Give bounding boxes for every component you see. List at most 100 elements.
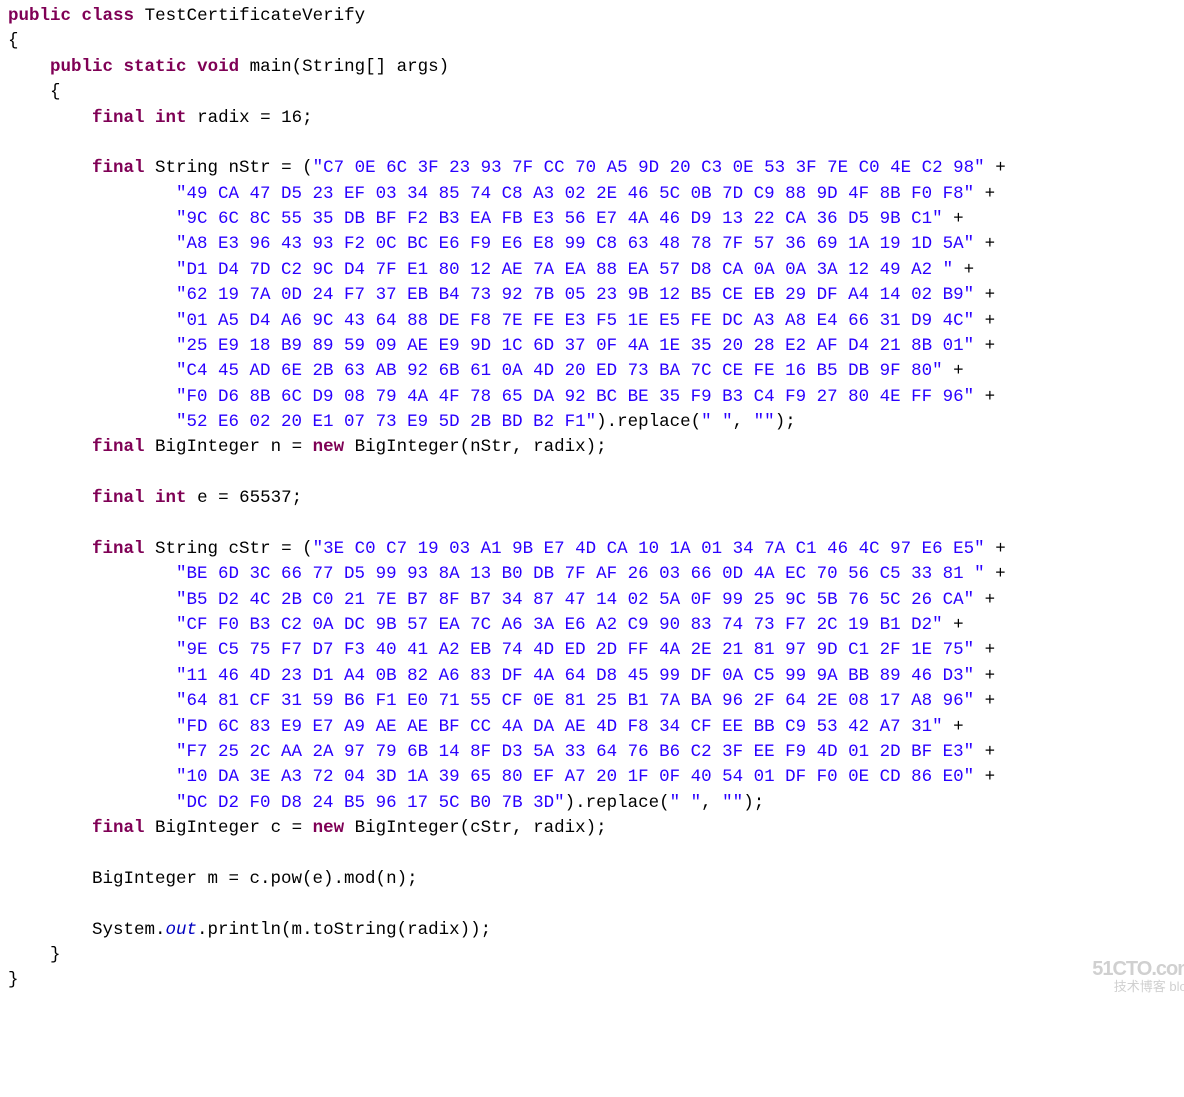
plus-op: + (943, 361, 975, 381)
code-line: "64 81 CF 31 59 B6 F1 E0 71 55 CF 0E 81 … (8, 689, 1184, 714)
close: ); (743, 793, 764, 813)
brace: { (50, 82, 61, 102)
string-literal: "BE 6D 3C 66 77 D5 99 93 8A 13 B0 DB 7F … (176, 564, 985, 584)
nstr-decl: String nStr = ( (155, 158, 313, 178)
string-literal: "F0 D6 8B 6C D9 08 79 4A 4F 78 65 DA 92 … (176, 387, 974, 407)
keyword-public: public (8, 6, 71, 26)
code-line: "9C 6C 8C 55 35 DB BF F2 B3 EA FB E3 56 … (8, 207, 1184, 232)
code-line: "A8 E3 96 43 93 F2 0C BC E6 F9 E6 E8 99 … (8, 232, 1184, 257)
sysout-a: System. (92, 920, 166, 940)
string-literal: " " (701, 412, 733, 432)
watermark-bottom: 技术博客 blog (1092, 980, 1184, 994)
string-literal: "" (722, 793, 743, 813)
plus-op: + (943, 209, 975, 229)
plus-op: + (985, 539, 1017, 559)
keyword-void: void (197, 57, 239, 77)
replace-call: ).replace( (596, 412, 701, 432)
cstr-decl: String cStr = ( (155, 539, 313, 559)
keyword-final: final (92, 437, 145, 457)
string-literal: "64 81 CF 31 59 B6 F1 E0 71 55 CF 0E 81 … (176, 691, 974, 711)
code-line: System.out.println(m.toString(radix)); (8, 918, 1184, 943)
code-line: } (8, 943, 1184, 968)
close: ); (775, 412, 796, 432)
c-decl-b: BigInteger(cStr, radix); (344, 818, 607, 838)
code-line: "01 A5 D4 A6 9C 43 64 88 DE F8 7E FE E3 … (8, 309, 1184, 334)
code-line: "52 E6 02 20 E1 07 73 E9 5D 2B BD B2 F1"… (8, 410, 1184, 435)
plus-op: + (974, 234, 1006, 254)
code-line: } (8, 968, 1184, 993)
plus-op: + (974, 184, 1006, 204)
plus-op: + (943, 717, 975, 737)
code-line: "DC D2 F0 D8 24 B5 96 17 5C B0 7B 3D").r… (8, 791, 1184, 816)
n-decl-b: BigInteger(nStr, radix); (344, 437, 607, 457)
code-line: final String nStr = ("C7 0E 6C 3F 23 93 … (8, 156, 1184, 181)
code-line (8, 512, 1184, 537)
brace: } (8, 970, 19, 990)
keyword-new: new (313, 437, 345, 457)
plus-op: + (974, 666, 1006, 686)
m-computation: BigInteger m = c.pow(e).mod(n); (92, 869, 418, 889)
out-field: out (166, 920, 198, 940)
keyword-final: final (92, 539, 145, 559)
plus-op: + (974, 590, 1006, 610)
watermark-top: 51CTO.com (1092, 959, 1184, 980)
comma: , (701, 793, 722, 813)
code-line: "11 46 4D 23 D1 A4 0B 82 A6 83 DF 4A 64 … (8, 664, 1184, 689)
string-literal: "CF F0 B3 C2 0A DC 9B 57 EA 7C A6 3A E6 … (176, 615, 943, 635)
code-line: "F7 25 2C AA 2A 97 79 6B 14 8F D3 5A 33 … (8, 740, 1184, 765)
code-line: { (8, 80, 1184, 105)
code-line (8, 461, 1184, 486)
method-signature: main(String[] args) (250, 57, 450, 77)
plus-op: + (943, 615, 975, 635)
keyword-final: final (92, 818, 145, 838)
code-line: final BigInteger n = new BigInteger(nStr… (8, 435, 1184, 460)
plus-op: + (974, 767, 1006, 787)
keyword-final: final (92, 158, 145, 178)
code-line: BigInteger m = c.pow(e).mod(n); (8, 867, 1184, 892)
string-literal: "9C 6C 8C 55 35 DB BF F2 B3 EA FB E3 56 … (176, 209, 943, 229)
keyword-static: static (124, 57, 187, 77)
plus-op: + (974, 311, 1006, 331)
string-literal: "01 A5 D4 A6 9C 43 64 88 DE F8 7E FE E3 … (176, 311, 974, 331)
string-literal: "10 DA 3E A3 72 04 3D 1A 39 65 80 EF A7 … (176, 767, 974, 787)
n-decl-a: BigInteger n = (155, 437, 313, 457)
plus-op: + (974, 640, 1006, 660)
plus-op: + (953, 260, 985, 280)
code-line: public class TestCertificateVerify (8, 4, 1184, 29)
code-line (8, 131, 1184, 156)
radix-decl: radix = 16; (197, 108, 313, 128)
string-literal: "" (754, 412, 775, 432)
c-decl-a: BigInteger c = (155, 818, 313, 838)
code-line: "C4 45 AD 6E 2B 63 AB 92 6B 61 0A 4D 20 … (8, 359, 1184, 384)
plus-op: + (985, 564, 1017, 584)
keyword-new: new (313, 818, 345, 838)
string-literal: "9E C5 75 F7 D7 F3 40 41 A2 EB 74 4D ED … (176, 640, 974, 660)
keyword-public: public (50, 57, 113, 77)
string-literal: " " (670, 793, 702, 813)
string-literal: "B5 D2 4C 2B C0 21 7E B7 8F B7 34 87 47 … (176, 590, 974, 610)
code-line: final String cStr = ("3E C0 C7 19 03 A1 … (8, 537, 1184, 562)
code-line: final int e = 65537; (8, 486, 1184, 511)
code-line: "25 E9 18 B9 89 59 09 AE E9 9D 1C 6D 37 … (8, 334, 1184, 359)
code-line: final int radix = 16; (8, 106, 1184, 131)
string-literal: "A8 E3 96 43 93 F2 0C BC E6 F9 E6 E8 99 … (176, 234, 974, 254)
code-line: "B5 D2 4C 2B C0 21 7E B7 8F B7 34 87 47 … (8, 588, 1184, 613)
string-literal: "C4 45 AD 6E 2B 63 AB 92 6B 61 0A 4D 20 … (176, 361, 943, 381)
string-literal: "F7 25 2C AA 2A 97 79 6B 14 8F D3 5A 33 … (176, 742, 974, 762)
class-name: TestCertificateVerify (145, 6, 366, 26)
code-line: "9E C5 75 F7 D7 F3 40 41 A2 EB 74 4D ED … (8, 638, 1184, 663)
code-line: { (8, 29, 1184, 54)
code-line: "BE 6D 3C 66 77 D5 99 93 8A 13 B0 DB 7F … (8, 562, 1184, 587)
comma: , (733, 412, 754, 432)
code-line: public static void main(String[] args) (8, 55, 1184, 80)
string-literal: "25 E9 18 B9 89 59 09 AE E9 9D 1C 6D 37 … (176, 336, 974, 356)
e-decl: e = 65537; (197, 488, 302, 508)
keyword-final: final (92, 108, 145, 128)
string-literal: "52 E6 02 20 E1 07 73 E9 5D 2B BD B2 F1" (176, 412, 596, 432)
plus-op: + (974, 691, 1006, 711)
keyword-class: class (82, 6, 135, 26)
code-line: "49 CA 47 D5 23 EF 03 34 85 74 C8 A3 02 … (8, 182, 1184, 207)
plus-op: + (974, 336, 1006, 356)
code-line (8, 892, 1184, 917)
plus-op: + (974, 387, 1006, 407)
